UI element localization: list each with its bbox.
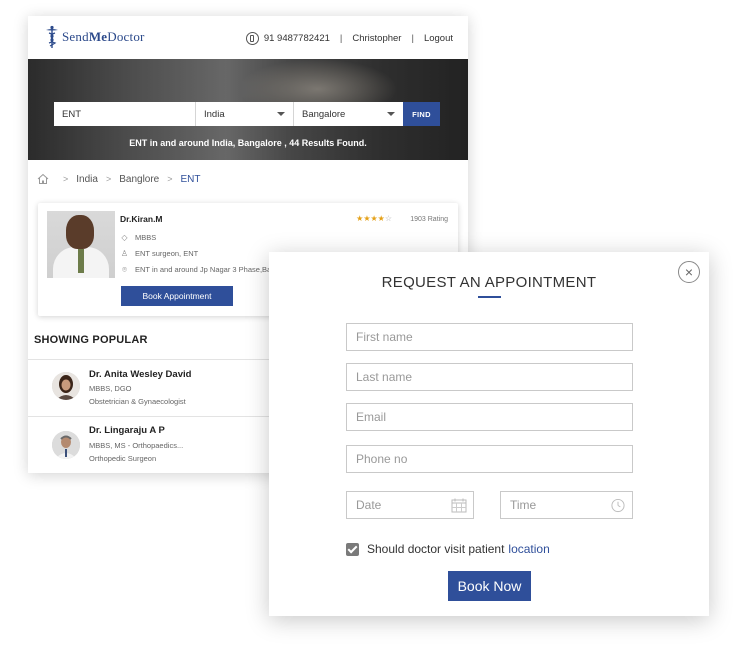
email-field[interactable]: Email [346, 403, 633, 431]
popular-doctor-degree: MBBS, MS - Orthopaedics... [89, 441, 184, 450]
screen: SendMeDoctor 91 9487782421 | Christopher… [0, 0, 737, 658]
popular-doctor-degree: MBBS, DGO [89, 384, 132, 393]
chevron-right-icon: > [167, 174, 173, 184]
book-appointment-button[interactable]: Book Appointment [121, 286, 233, 306]
last-name-placeholder: Last name [356, 370, 413, 384]
email-placeholder: Email [356, 410, 387, 424]
logo-me: Me [88, 29, 108, 44]
star-half-icon: ★ [377, 214, 385, 223]
specialty-input[interactable]: ENT [54, 102, 196, 126]
chevron-right-icon: > [105, 174, 112, 184]
phone-number[interactable]: 91 9487782421 [264, 33, 330, 44]
user-name[interactable]: Christopher [352, 33, 401, 44]
logo-text: SendMeDoctor [62, 29, 145, 45]
phone-placeholder: Phone no [356, 452, 408, 466]
hero-banner: ENT India Bangalore FIND ENT in and arou… [28, 59, 468, 160]
date-placeholder: Date [356, 498, 382, 512]
caduceus-icon [46, 25, 58, 48]
star-icon: ★ [370, 214, 378, 223]
clock-icon[interactable] [610, 498, 626, 513]
logout-link[interactable]: Logout [424, 33, 453, 44]
home-icon[interactable] [37, 173, 49, 185]
popular-doctor-specialty: Obstetrician & Gynaecologist [89, 397, 186, 406]
title-underline [478, 296, 501, 298]
avatar [52, 372, 80, 400]
doctor-avatar-image [52, 431, 80, 459]
time-placeholder: Time [510, 498, 537, 512]
doctor-location-row: ⌾ ENT in and around Jp Nagar 3 Phase,Bar [120, 265, 274, 274]
doctor-degree-row: ◇ MBBS [120, 233, 156, 242]
chevron-down-icon [387, 112, 395, 116]
breadcrumb: > India > Banglore > ENT [37, 172, 201, 186]
find-button[interactable]: FIND [403, 102, 440, 126]
doctor-avatar-image [52, 372, 80, 400]
doctor-photo [47, 211, 115, 278]
doctor-specialty: ENT surgeon, ENT [135, 249, 199, 258]
chevron-down-icon [277, 112, 285, 116]
phone-icon [245, 31, 259, 45]
popular-doctor-name: Dr. Lingaraju A P [89, 425, 165, 436]
doctor-degree: MBBS [135, 233, 157, 242]
breadcrumb-item-country[interactable]: India [76, 174, 98, 185]
chevron-right-icon: > [63, 174, 69, 184]
logo[interactable]: SendMeDoctor [44, 25, 145, 49]
photo-head [66, 215, 94, 249]
doctor-location: ENT in and around Jp Nagar 3 Phase,Bar [135, 265, 274, 274]
graduation-cap-icon: ◇ [121, 233, 128, 242]
top-right-nav: 91 9487782421 | Christopher | Logout [245, 30, 453, 46]
breadcrumb-item-specialty: ENT [180, 173, 201, 185]
separator: | [339, 32, 343, 44]
country-value: India [204, 108, 225, 120]
top-bar: SendMeDoctor 91 9487782421 | Christopher… [28, 16, 468, 59]
location-pin-icon: ⌾ [122, 265, 127, 274]
results-summary: ENT in and around India, Bangalore , 44 … [129, 138, 367, 148]
country-select[interactable]: India [196, 102, 294, 126]
specialty-value: ENT [62, 108, 81, 120]
breadcrumb-item-city[interactable]: Banglore [119, 174, 159, 185]
logo-doctor: Doctor [107, 29, 145, 44]
star-empty-icon: ☆ [384, 214, 392, 223]
phone-field[interactable]: Phone no [346, 445, 633, 473]
doctor-name[interactable]: Dr.Kiran.M [120, 214, 163, 224]
first-name-field[interactable]: First name [346, 323, 633, 351]
logo-send: Send [62, 29, 89, 44]
popular-heading: SHOWING POPULAR [34, 334, 148, 346]
first-name-placeholder: First name [356, 330, 413, 344]
last-name-field[interactable]: Last name [346, 363, 633, 391]
time-field[interactable]: Time [500, 491, 633, 519]
date-field[interactable]: Date [346, 491, 474, 519]
search-bar: ENT India Bangalore FIND [54, 102, 440, 126]
location-link[interactable]: location [508, 542, 549, 556]
visit-location-checkbox[interactable] [346, 542, 359, 556]
visit-location-row: Should doctor visit patient location [346, 541, 550, 557]
city-select[interactable]: Bangalore [294, 102, 403, 126]
separator: | [411, 32, 414, 44]
appointment-modal: × REQUEST AN APPOINTMENT First name Last… [269, 252, 709, 616]
modal-title: REQUEST AN APPOINTMENT [381, 274, 597, 291]
book-now-button[interactable]: Book Now [448, 571, 531, 601]
popular-doctor-name: Dr. Anita Wesley David [89, 369, 192, 380]
avatar [52, 431, 80, 459]
rating-count: 1903 Rating [410, 216, 448, 223]
calendar-icon[interactable] [451, 498, 467, 513]
visit-location-label: Should doctor visit patient [367, 542, 505, 556]
doctor-specialty-row: ♙ ENT surgeon, ENT [120, 249, 198, 258]
person-icon: ♙ [120, 249, 129, 258]
city-value: Bangalore [302, 108, 346, 120]
popular-doctor-specialty: Orthopedic Surgeon [89, 454, 157, 463]
star-rating: ★★★★☆ [356, 214, 392, 223]
photo-tie [78, 249, 84, 273]
